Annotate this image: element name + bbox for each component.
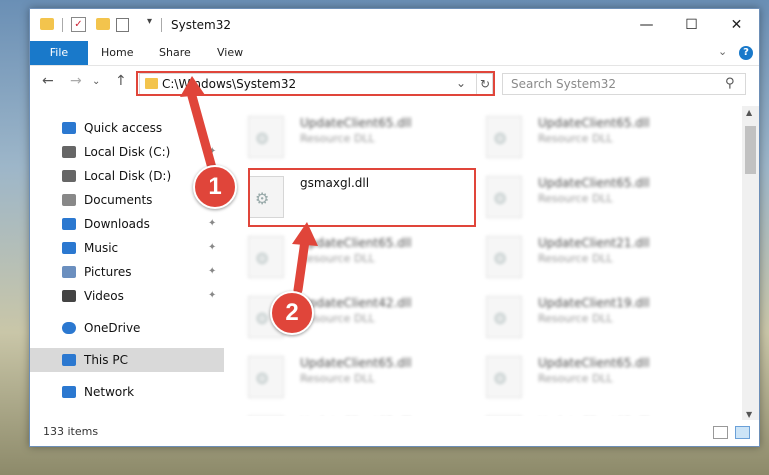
annotation-arrows [180, 76, 318, 295]
step-1-badge: 1 [193, 165, 237, 209]
step-2-badge: 2 [270, 291, 314, 335]
